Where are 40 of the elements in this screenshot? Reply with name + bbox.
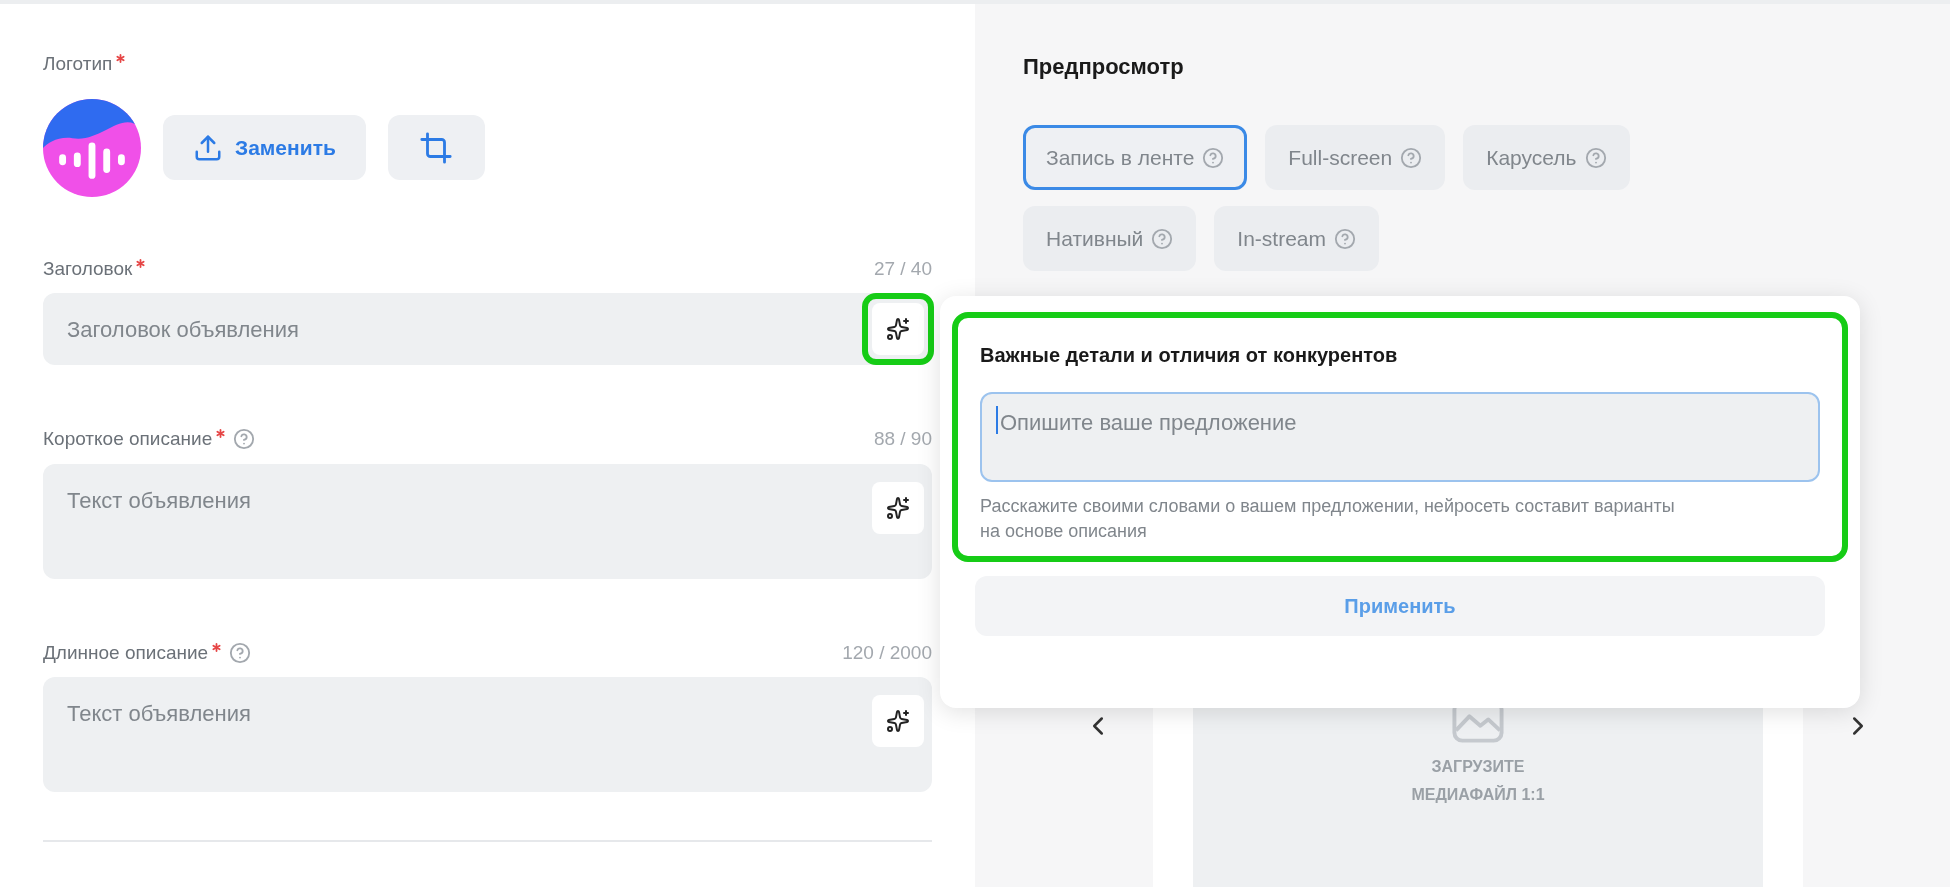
- format-tab[interactable]: Нативный: [1023, 206, 1197, 271]
- help-icon: [1151, 227, 1174, 250]
- placeholder-text: Текст объявления: [67, 700, 251, 728]
- help-icon: [1400, 146, 1423, 169]
- sparkles-icon: [886, 317, 910, 341]
- crop-button[interactable]: [387, 115, 485, 180]
- caret-icon: [996, 406, 998, 434]
- upload-hint: ЗАГРУЗИТЕ МЕДИАФАЙЛ 1:1: [1410, 757, 1546, 805]
- text-field[interactable]: Текст объявления: [43, 677, 932, 792]
- help-icon: [1202, 146, 1225, 169]
- character-counter: 120 / 2000: [842, 640, 932, 665]
- field-label: Заголовок: [43, 256, 133, 281]
- help-icon: [1334, 227, 1356, 250]
- ai-generate-button[interactable]: [872, 481, 924, 534]
- text-field[interactable]: Заголовок объявления: [43, 293, 932, 365]
- format-tab[interactable]: Запись в ленте: [1023, 125, 1248, 190]
- format-tab[interactable]: Full-screen: [1265, 125, 1446, 190]
- format-tab[interactable]: In-stream: [1214, 206, 1379, 271]
- character-counter: 88 / 90: [873, 427, 932, 451]
- field-label: Логотип: [43, 52, 113, 76]
- crop-icon: [419, 130, 454, 165]
- format-tab[interactable]: Карусель: [1463, 125, 1630, 190]
- placeholder-text: Текст объявления: [67, 486, 251, 515]
- sparkles-icon: [886, 709, 910, 733]
- field-label: Длинное описание: [43, 640, 209, 665]
- ai-generate-button[interactable]: [872, 695, 924, 747]
- field-label: Короткое описание: [43, 427, 213, 451]
- popup-title: Важные детали и отличия от конкурентов: [980, 343, 1399, 368]
- placeholder-text: Опишите ваше предложение: [1000, 409, 1297, 437]
- helper-text: Расскажите своими словами о вашем предложении, нейросеть составит варианты на основе описания: [980, 495, 1676, 543]
- apply-button[interactable]: Применить: [975, 576, 1825, 636]
- offer-input[interactable]: Опишите ваше предложение: [980, 392, 1820, 482]
- help-icon: [1584, 146, 1607, 169]
- placeholder-text: Заголовок объявления: [67, 315, 299, 344]
- character-counter: 27 / 40: [873, 256, 932, 281]
- ai-generate-button[interactable]: [872, 303, 924, 355]
- replace-button[interactable]: Заменить: [163, 115, 366, 180]
- preview-title: Предпросмотр: [1023, 53, 1185, 81]
- text-field[interactable]: Текст объявления: [43, 463, 932, 579]
- sparkles-icon: [886, 495, 910, 520]
